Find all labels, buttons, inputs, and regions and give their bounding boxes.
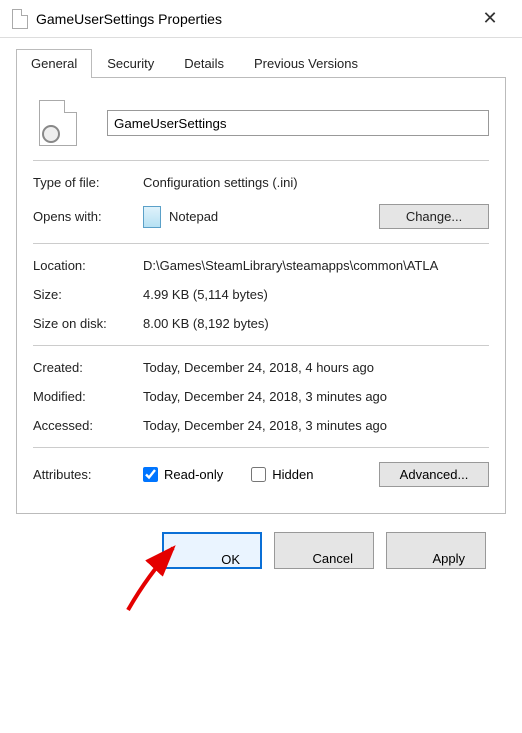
value-opens-with: Notepad [169,209,218,224]
advanced-button[interactable]: Advanced... [379,462,489,487]
divider [33,160,489,161]
tab-previous-versions[interactable]: Previous Versions [239,49,373,78]
value-accessed: Today, December 24, 2018, 3 minutes ago [143,418,489,433]
value-location: D:\Games\SteamLibrary\steamapps\common\A… [143,258,489,273]
label-opens-with: Opens with: [33,209,143,224]
apply-button[interactable]: Apply [386,532,486,569]
divider [33,447,489,448]
label-size-on-disk: Size on disk: [33,316,143,331]
ok-button[interactable]: OK [162,532,262,569]
value-modified: Today, December 24, 2018, 3 minutes ago [143,389,489,404]
dialog-footer: OK Cancel Apply [16,514,506,569]
label-created: Created: [33,360,143,375]
notepad-icon [143,206,161,228]
checkbox-read-only-input[interactable] [143,467,158,482]
tab-security[interactable]: Security [92,49,169,78]
file-icon [12,9,28,29]
filetype-icon [39,100,77,146]
label-modified: Modified: [33,389,143,404]
checkbox-hidden[interactable]: Hidden [251,467,313,482]
divider [33,345,489,346]
checkbox-read-only[interactable]: Read-only [143,467,223,482]
label-attributes: Attributes: [33,467,143,482]
change-button[interactable]: Change... [379,204,489,229]
checkbox-read-only-label: Read-only [164,467,223,482]
tab-details[interactable]: Details [169,49,239,78]
label-accessed: Accessed: [33,418,143,433]
value-created: Today, December 24, 2018, 4 hours ago [143,360,489,375]
filename-input[interactable] [107,110,489,136]
tab-strip: General Security Details Previous Versio… [16,48,506,78]
checkbox-hidden-input[interactable] [251,467,266,482]
value-size-on-disk: 8.00 KB (8,192 bytes) [143,316,489,331]
label-location: Location: [33,258,143,273]
tab-body-general: Type of file: Configuration settings (.i… [16,78,506,514]
tab-general[interactable]: General [16,49,92,78]
checkbox-hidden-label: Hidden [272,467,313,482]
label-size: Size: [33,287,143,302]
value-size: 4.99 KB (5,114 bytes) [143,287,489,302]
label-type-of-file: Type of file: [33,175,143,190]
value-type-of-file: Configuration settings (.ini) [143,175,489,190]
close-button[interactable]: ✕ [470,8,510,29]
cancel-button[interactable]: Cancel [274,532,374,569]
window-title: GameUserSettings Properties [36,11,470,27]
divider [33,243,489,244]
titlebar: GameUserSettings Properties ✕ [0,0,522,38]
